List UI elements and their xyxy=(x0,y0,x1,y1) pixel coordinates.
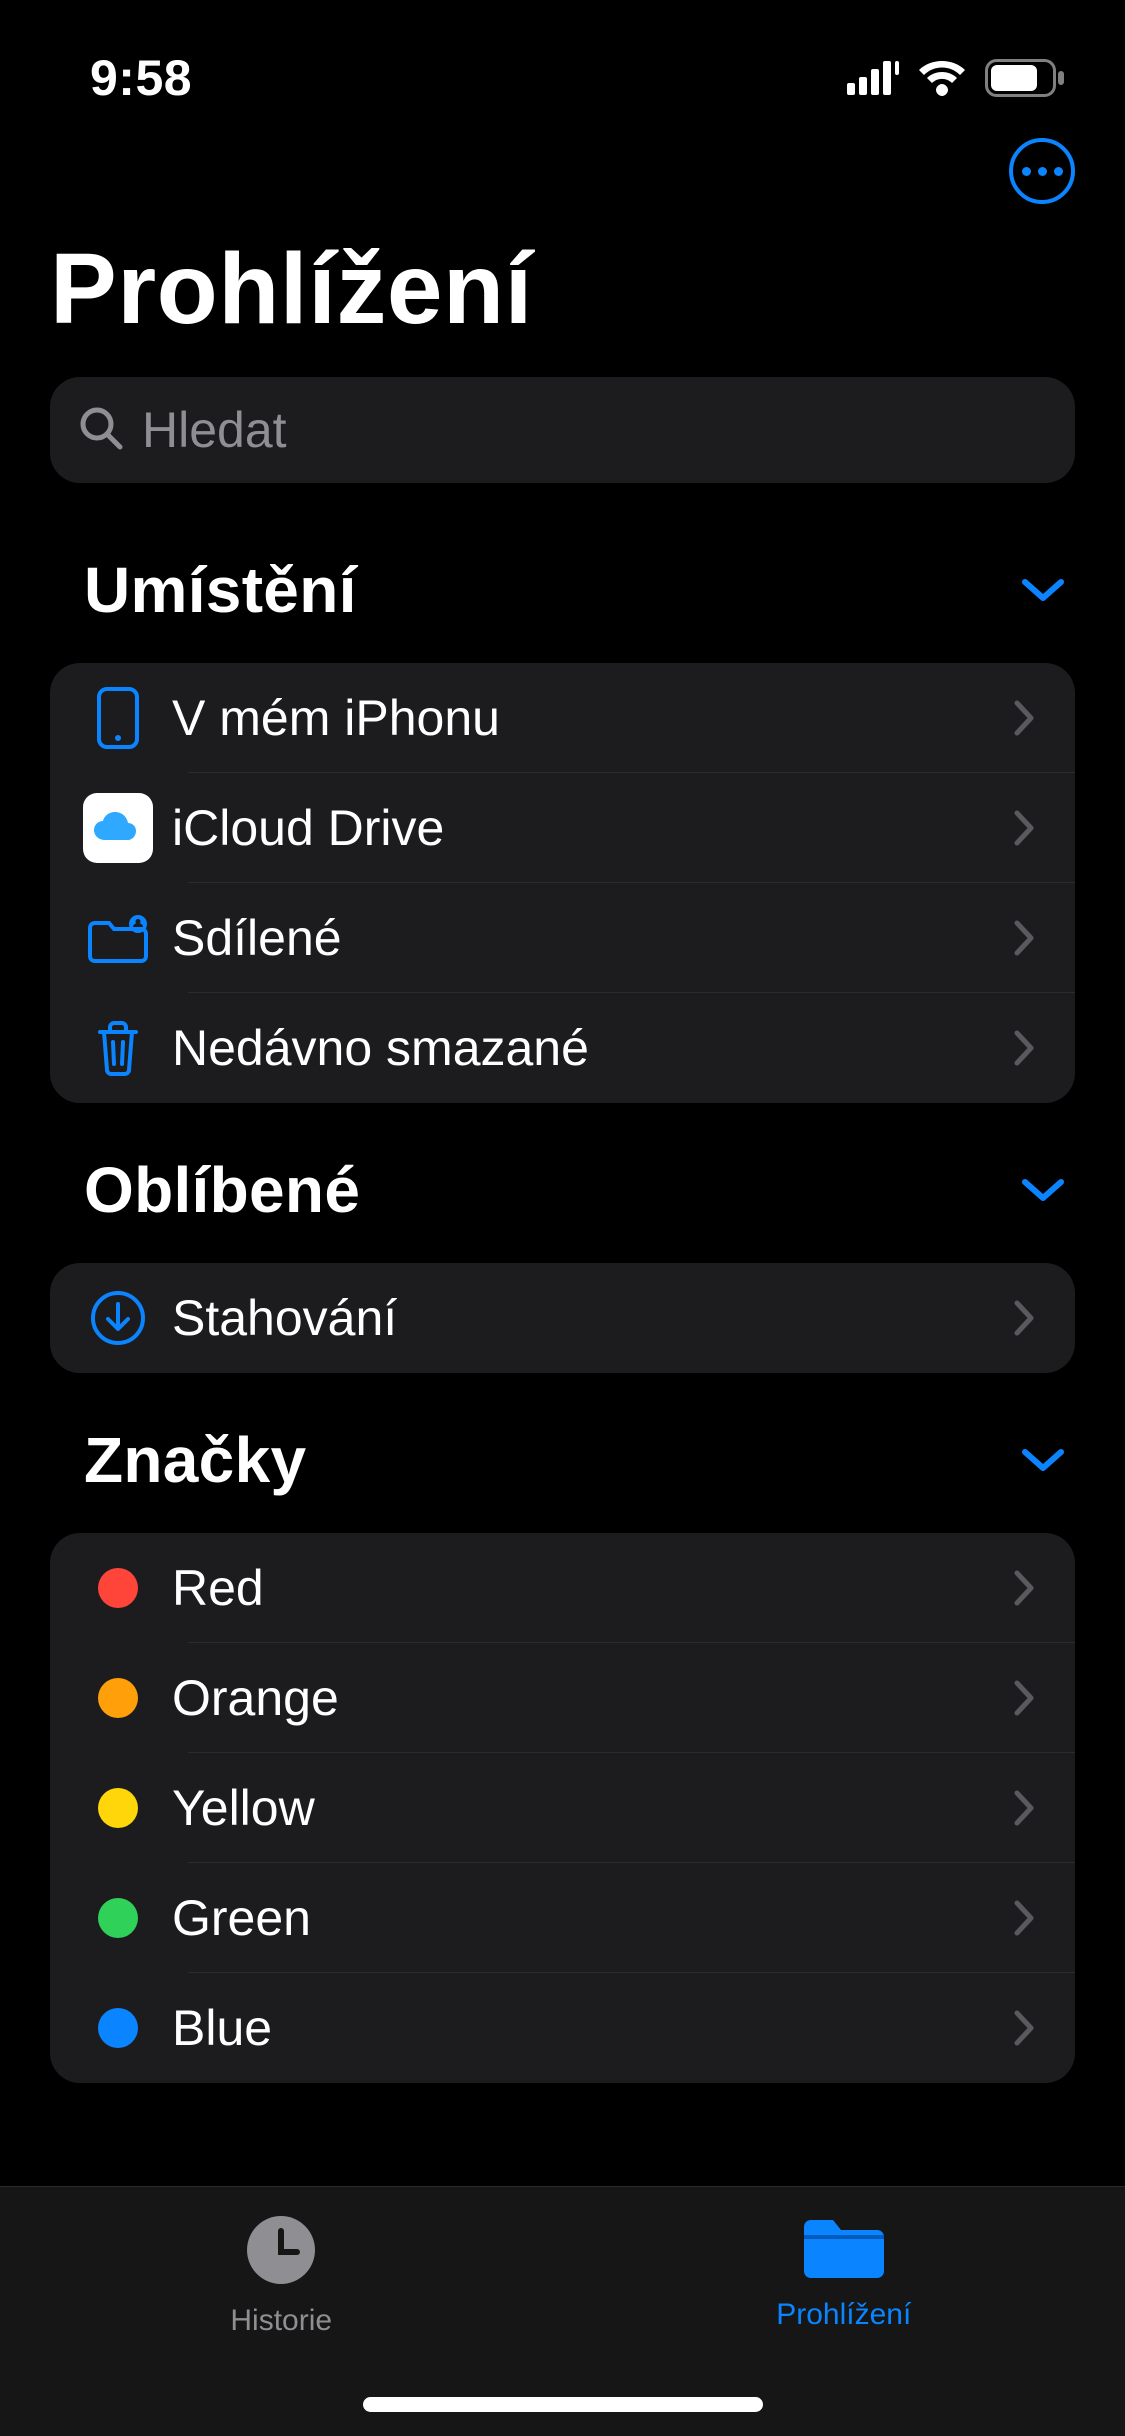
tag-yellow[interactable]: Yellow xyxy=(50,1753,1075,1863)
chevron-right-icon xyxy=(1013,1569,1075,1607)
list-item-label: Green xyxy=(158,1889,1013,1947)
tag-orange[interactable]: Orange xyxy=(50,1643,1075,1753)
tab-label: Historie xyxy=(230,2304,332,2338)
favorites-list: Stahování xyxy=(50,1263,1075,1373)
clock-icon xyxy=(242,2211,320,2294)
location-on-my-iphone[interactable]: V mém iPhonu xyxy=(50,663,1075,773)
chevron-down-icon xyxy=(1021,576,1065,604)
tag-green[interactable]: Green xyxy=(50,1863,1075,1973)
list-item-label: Orange xyxy=(158,1669,1013,1727)
locations-list: V mém iPhonu iCloud Drive Sdílené Nedávn… xyxy=(50,663,1075,1103)
tag-dot-icon xyxy=(78,2008,158,2048)
iphone-icon xyxy=(78,686,158,750)
tab-bar: Historie Prohlížení xyxy=(0,2186,1125,2436)
section-header-favorites[interactable]: Oblíbené xyxy=(0,1103,1125,1227)
section-title-locations: Umístění xyxy=(84,553,357,627)
tags-list: Red Orange Yellow Green Blue xyxy=(50,1533,1075,2083)
home-indicator[interactable] xyxy=(363,2397,763,2412)
trash-icon xyxy=(78,1018,158,1078)
status-time: 9:58 xyxy=(90,49,192,107)
tag-dot-icon xyxy=(78,1678,158,1718)
section-title-tags: Značky xyxy=(84,1423,306,1497)
battery-icon xyxy=(985,59,1065,97)
list-item-label: Blue xyxy=(158,1999,1013,2057)
ellipsis-icon xyxy=(1022,167,1063,176)
list-item-label: Nedávno smazané xyxy=(158,1019,1013,1077)
list-item-label: Red xyxy=(158,1559,1013,1617)
nav-bar xyxy=(0,120,1125,204)
status-bar: 9:58 xyxy=(0,0,1125,120)
search-icon xyxy=(78,405,142,456)
icloud-icon xyxy=(78,793,158,863)
tag-dot-icon xyxy=(78,1898,158,1938)
chevron-right-icon xyxy=(1013,699,1075,737)
tag-dot-icon xyxy=(78,1788,158,1828)
section-header-tags[interactable]: Značky xyxy=(0,1373,1125,1497)
tag-blue[interactable]: Blue xyxy=(50,1973,1075,2083)
screen: 9:58 Prohlížení Hledat Umístění xyxy=(0,0,1125,2436)
shared-folder-icon xyxy=(78,912,158,964)
list-item-label: Yellow xyxy=(158,1779,1013,1837)
chevron-right-icon xyxy=(1013,919,1075,957)
section-title-favorites: Oblíbené xyxy=(84,1153,360,1227)
chevron-right-icon xyxy=(1013,1679,1075,1717)
page-title: Prohlížení xyxy=(0,204,1125,347)
list-item-label: Stahování xyxy=(158,1289,1013,1347)
chevron-right-icon xyxy=(1013,1299,1075,1337)
location-icloud-drive[interactable]: iCloud Drive xyxy=(50,773,1075,883)
folder-icon xyxy=(798,2211,890,2288)
favorite-downloads[interactable]: Stahování xyxy=(50,1263,1075,1373)
status-indicators xyxy=(847,59,1077,97)
more-options-button[interactable] xyxy=(1009,138,1075,204)
chevron-right-icon xyxy=(1013,2009,1075,2047)
download-icon xyxy=(78,1289,158,1347)
chevron-right-icon xyxy=(1013,1789,1075,1827)
tab-label: Prohlížení xyxy=(776,2298,911,2332)
wifi-icon xyxy=(917,60,967,96)
section-header-locations[interactable]: Umístění xyxy=(0,483,1125,627)
tag-dot-icon xyxy=(78,1568,158,1608)
search-input[interactable]: Hledat xyxy=(50,377,1075,483)
search-placeholder: Hledat xyxy=(142,401,287,459)
list-item-label: V mém iPhonu xyxy=(158,689,1013,747)
list-item-label: iCloud Drive xyxy=(158,799,1013,857)
location-shared[interactable]: Sdílené xyxy=(50,883,1075,993)
chevron-right-icon xyxy=(1013,1899,1075,1937)
location-recently-deleted[interactable]: Nedávno smazané xyxy=(50,993,1075,1103)
chevron-down-icon xyxy=(1021,1446,1065,1474)
cellular-icon xyxy=(847,61,899,95)
chevron-right-icon xyxy=(1013,1029,1075,1067)
tag-red[interactable]: Red xyxy=(50,1533,1075,1643)
list-item-label: Sdílené xyxy=(158,909,1013,967)
chevron-right-icon xyxy=(1013,809,1075,847)
chevron-down-icon xyxy=(1021,1176,1065,1204)
